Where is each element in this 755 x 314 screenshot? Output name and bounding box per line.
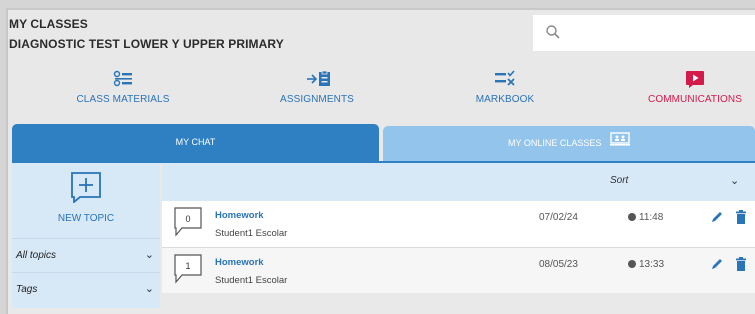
nav-communications[interactable]: COMMUNICATIONS xyxy=(595,70,755,105)
topic-author: Student1 Escolar xyxy=(215,275,288,286)
delete-icon[interactable] xyxy=(735,210,747,229)
topic-list: Sort ⌄ 0 Homework Student1 Escolar 07/02… xyxy=(162,163,755,308)
comment-count: 1 xyxy=(185,261,190,271)
search-icon[interactable] xyxy=(545,24,561,45)
tab-label: MY CHAT xyxy=(175,137,216,147)
filter-tags[interactable]: Tags ⌄ xyxy=(12,272,160,304)
filter-label: Tags xyxy=(16,284,38,295)
sidebar: NEW TOPIC All topics ⌄ Tags ⌄ xyxy=(12,163,160,308)
topic-time: 13:33 xyxy=(628,259,664,270)
nav-label: CLASS MATERIALS xyxy=(76,94,170,105)
tab-my-online-classes[interactable]: MY ONLINE CLASSES xyxy=(383,126,755,161)
comment-count-icon: 1 xyxy=(174,254,202,289)
class-name: DIAGNOSTIC TEST LOWER Y UPPER PRIMARY xyxy=(9,37,284,51)
topic-title-link[interactable]: Homework xyxy=(215,257,264,268)
header: MY CLASSES DIAGNOSTIC TEST LOWER Y UPPER… xyxy=(8,10,755,130)
nav-assignments[interactable]: ASSIGNMENTS xyxy=(217,70,417,105)
nav-label: ASSIGNMENTS xyxy=(280,94,354,105)
new-topic-icon xyxy=(70,171,102,208)
chevron-down-icon: ⌄ xyxy=(144,283,154,295)
topic-time-value: 11:48 xyxy=(639,212,664,223)
delete-icon[interactable] xyxy=(735,257,747,276)
nav-label: COMMUNICATIONS xyxy=(648,94,742,105)
topic-row[interactable]: 1 Homework Student1 Escolar 08/05/23 13:… xyxy=(162,247,755,293)
edit-icon[interactable] xyxy=(710,257,724,276)
topic-author: Student1 Escolar xyxy=(215,228,288,239)
tab-my-chat[interactable]: MY CHAT xyxy=(12,124,379,161)
sort-dropdown[interactable]: Sort ⌄ xyxy=(162,163,755,201)
markbook-icon xyxy=(494,70,516,88)
tabs: MY CHAT MY ONLINE CLASSES xyxy=(12,124,755,161)
nav-label: MARKBOOK xyxy=(475,94,535,105)
clock-icon xyxy=(628,213,636,221)
nav-markbook[interactable]: MARKBOOK xyxy=(405,70,605,105)
topic-time: 11:48 xyxy=(628,212,663,223)
topic-row[interactable]: 0 Homework Student1 Escolar 07/02/24 11:… xyxy=(162,201,755,247)
online-class-icon xyxy=(609,126,630,161)
comment-count: 0 xyxy=(185,214,190,224)
search-box[interactable] xyxy=(533,15,755,51)
topic-title-link[interactable]: Homework xyxy=(215,210,264,221)
tab-label: MY ONLINE CLASSES xyxy=(508,138,602,148)
clock-icon xyxy=(628,260,636,268)
topic-date: 07/02/24 xyxy=(539,212,578,223)
filter-label: All topics xyxy=(16,250,57,261)
assignment-icon xyxy=(306,70,330,88)
chevron-down-icon: ⌄ xyxy=(730,175,740,187)
list-icon xyxy=(112,70,134,88)
topic-time-value: 13:33 xyxy=(639,259,665,270)
comment-count-icon: 0 xyxy=(174,207,202,242)
new-topic-button[interactable]: NEW TOPIC xyxy=(12,163,160,231)
page-title: MY CLASSES xyxy=(9,17,88,31)
topic-date: 08/05/23 xyxy=(539,259,578,270)
nav-class-materials[interactable]: CLASS MATERIALS xyxy=(23,70,223,105)
edit-icon[interactable] xyxy=(710,210,724,229)
search-input[interactable] xyxy=(571,23,751,43)
chevron-down-icon: ⌄ xyxy=(144,249,154,261)
new-topic-label: NEW TOPIC xyxy=(57,213,115,224)
play-icon xyxy=(684,70,706,88)
sort-label: Sort xyxy=(610,175,629,186)
filter-all-topics[interactable]: All topics ⌄ xyxy=(12,238,160,270)
